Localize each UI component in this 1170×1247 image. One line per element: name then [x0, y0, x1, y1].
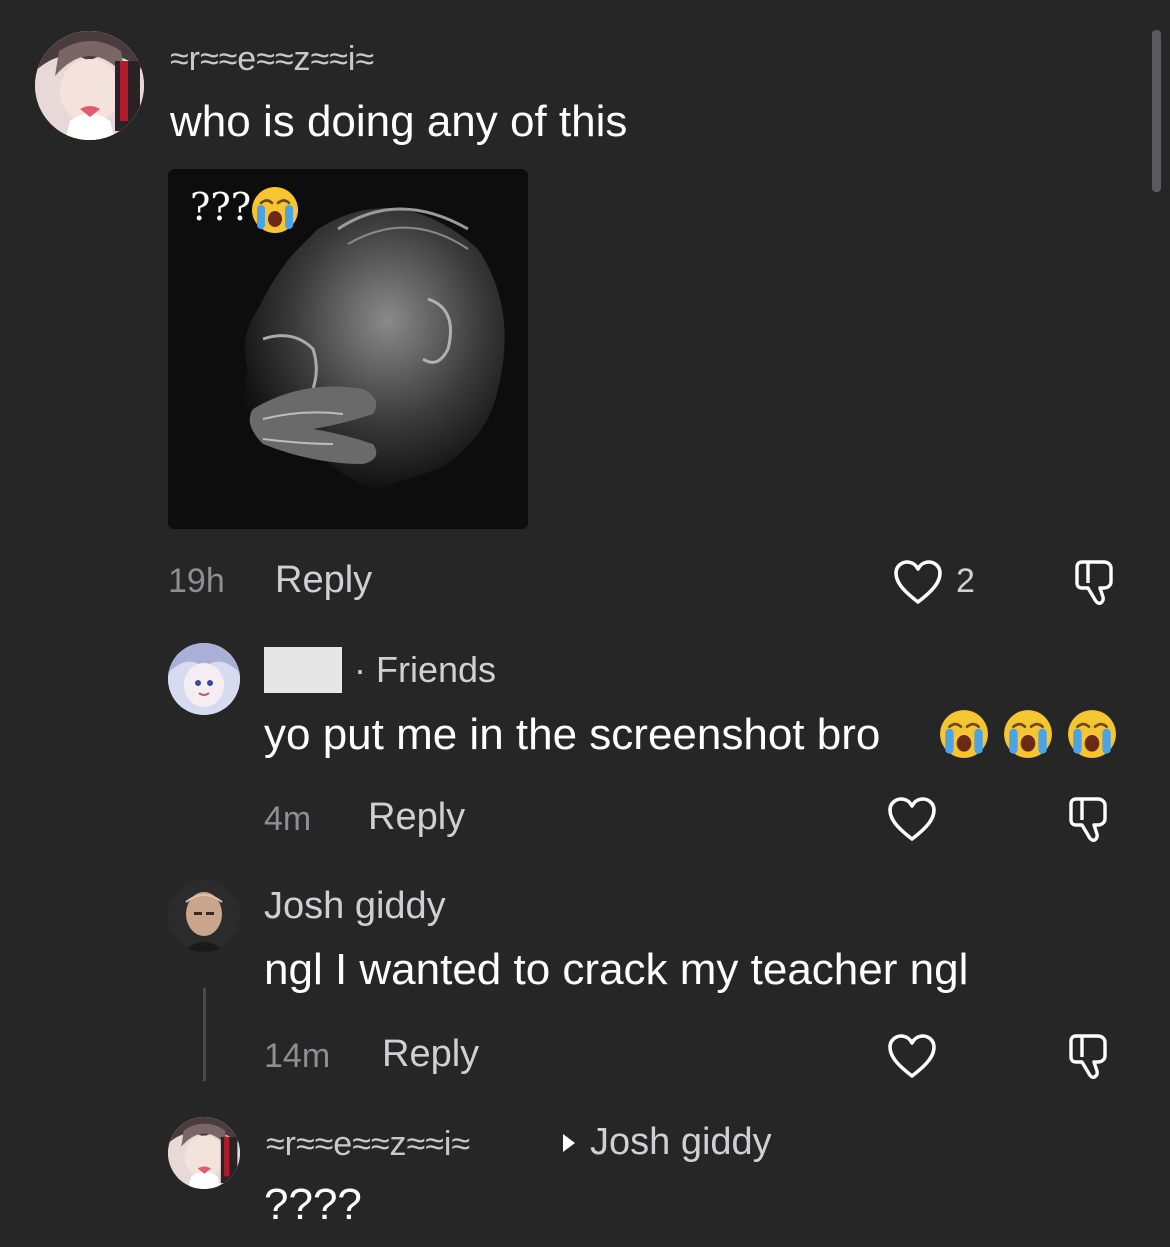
reply-button[interactable]: Reply	[368, 796, 465, 839]
crying-emoji-icon	[250, 185, 300, 235]
crying-emoji-icon	[1002, 708, 1054, 760]
profile-photo	[168, 880, 240, 952]
reply-to-username[interactable]: Josh giddy	[590, 1121, 772, 1164]
heart-icon[interactable]	[887, 796, 937, 842]
dislike-icon[interactable]	[1072, 556, 1124, 608]
avatar[interactable]	[168, 880, 240, 952]
comment-text: ngl I wanted to crack my teacher ngl	[264, 945, 969, 994]
avatar[interactable]	[168, 643, 240, 715]
comment-time: 14m	[264, 1037, 331, 1075]
avatar[interactable]	[168, 1117, 240, 1189]
redacted-username	[264, 647, 342, 693]
comment-image[interactable]: ???	[168, 169, 528, 529]
avatar[interactable]	[35, 31, 144, 140]
scrollbar[interactable]	[1152, 30, 1161, 192]
anime-avatar-image	[168, 1117, 240, 1189]
comment-time: 19h	[168, 562, 225, 600]
crying-emoji-icon	[938, 708, 990, 760]
anime-avatar-image	[168, 643, 240, 715]
thread-line	[203, 988, 206, 1081]
heart-icon[interactable]	[887, 1033, 937, 1079]
anime-avatar-image	[35, 31, 144, 140]
comment-username[interactable]: Josh giddy	[264, 885, 446, 928]
image-caption-text: ???	[190, 185, 252, 229]
image-caption: ???	[190, 185, 251, 229]
comment-username[interactable]: ≈r≈≈e≈≈z≈≈i≈	[266, 1125, 470, 1164]
comment-username[interactable]: ≈r≈≈e≈≈z≈≈i≈	[170, 40, 374, 79]
comment-text-content: yo put me in the screenshot bro	[264, 710, 881, 759]
like-count: 2	[956, 562, 975, 600]
comment-text: who is doing any of this	[170, 97, 628, 146]
dislike-icon[interactable]	[1066, 1030, 1118, 1082]
reply-arrow-icon	[563, 1134, 575, 1152]
reply-button[interactable]: Reply	[382, 1033, 479, 1076]
comment-time: 4m	[264, 800, 312, 838]
crying-emoji-icon	[1066, 708, 1118, 760]
reply-button[interactable]: Reply	[275, 559, 372, 602]
heart-icon[interactable]	[893, 559, 943, 605]
friends-tag: · Friends	[354, 649, 497, 690]
comment-text: ????	[264, 1180, 362, 1229]
dislike-icon[interactable]	[1066, 793, 1118, 845]
comment-text: yo put me in the screenshot bro	[264, 710, 880, 760]
